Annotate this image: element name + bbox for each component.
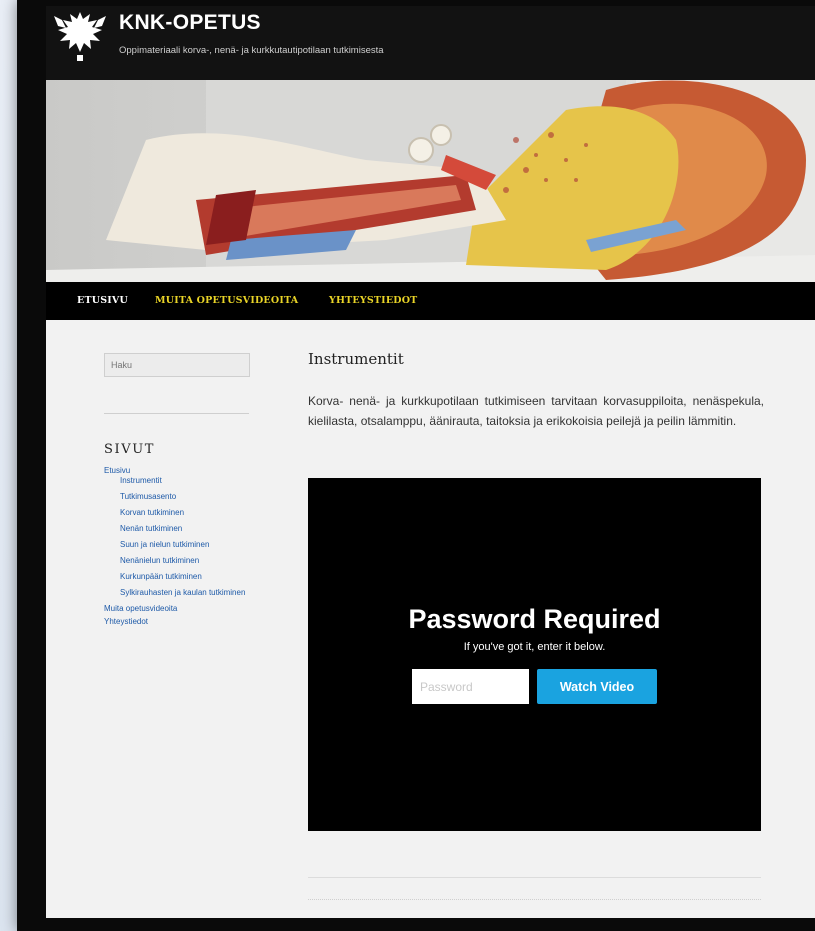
search-input[interactable] <box>104 353 250 377</box>
sidebar-item-korvan-tutkiminen[interactable]: Korvan tutkiminen <box>120 508 184 517</box>
sidebar-item-instrumentit[interactable]: Instrumentit <box>120 476 162 485</box>
sidebar-item-muita-opetusvideoita[interactable]: Muita opetusvideoita <box>104 604 177 613</box>
watch-video-button[interactable]: Watch Video <box>537 669 657 704</box>
page-title: Instrumentit <box>308 350 404 368</box>
nav-item-etusivu[interactable]: ETUSIVU <box>77 295 128 306</box>
sidebar-item-yhteystiedot[interactable]: Yhteystiedot <box>104 617 148 626</box>
sidebar-heading: SIVUT <box>104 442 156 457</box>
site-header: KNK-OPETUS Oppimateriaali korva-, nenä- … <box>46 6 815 80</box>
sidebar-item-suun-ja-nielun-tutkiminen[interactable]: Suun ja nielun tutkiminen <box>120 540 209 549</box>
sidebar-item-nenanielun-tutkiminen[interactable]: Nenänielun tutkiminen <box>120 556 199 565</box>
sidebar-item-tutkimusasento[interactable]: Tutkimusasento <box>120 492 176 501</box>
sidebar-item-sylkirauhasten-ja-kaulan-tutkiminen[interactable]: Sylkirauhasten ja kaulan tutkiminen <box>120 588 245 597</box>
list-item: Muita opetusvideoita <box>104 604 254 614</box>
list-item: Etusivu Instrumentit Tutkimusasento Korv… <box>104 466 254 598</box>
sidebar-divider <box>104 413 249 414</box>
page-frame: KNK-OPETUS Oppimateriaali korva-, nenä- … <box>17 0 815 931</box>
nav-item-yhteystiedot[interactable]: YHTEYSTIEDOT <box>329 295 417 306</box>
content-divider-dotted <box>308 899 761 900</box>
video-player: Password Required If you've got it, ente… <box>308 478 761 831</box>
sidebar-item-etusivu[interactable]: Etusivu <box>104 466 130 475</box>
hero-image-ear-model <box>46 80 815 282</box>
content-divider <box>308 877 761 878</box>
password-field[interactable] <box>412 669 529 704</box>
university-helsinki-logo-icon[interactable] <box>46 6 114 66</box>
sidebar-item-kurkunpaan-tutkiminen[interactable]: Kurkunpään tutkiminen <box>120 572 202 581</box>
page-body-text: Korva- nenä- ja kurkkupotilaan tutkimise… <box>308 394 764 428</box>
list-item: Yhteystiedot <box>104 617 254 627</box>
site-container: KNK-OPETUS Oppimateriaali korva-, nenä- … <box>46 6 815 918</box>
sidebar-item-nenan-tutkiminen[interactable]: Nenän tutkiminen <box>120 524 182 533</box>
password-required-title: Password Required <box>408 604 661 634</box>
content-area: SIVUT Etusivu Instrumentit Tutkimusasent… <box>46 320 815 918</box>
site-title[interactable]: KNK-OPETUS <box>119 11 261 35</box>
sidebar-sublist: Instrumentit Tutkimusasento Korvan tutki… <box>104 476 254 598</box>
sidebar-page-list: Etusivu Instrumentit Tutkimusasento Korv… <box>104 466 254 630</box>
site-description: Oppimateriaali korva-, nenä- ja kurkkuta… <box>119 45 384 56</box>
password-required-subtitle: If you've got it, enter it below. <box>463 641 606 653</box>
main-navigation: ETUSIVU MUITA OPETUSVIDEOITA YHTEYSTIEDO… <box>46 282 815 320</box>
nav-item-muita-opetusvideoita[interactable]: MUITA OPETUSVIDEOITA <box>155 295 298 306</box>
